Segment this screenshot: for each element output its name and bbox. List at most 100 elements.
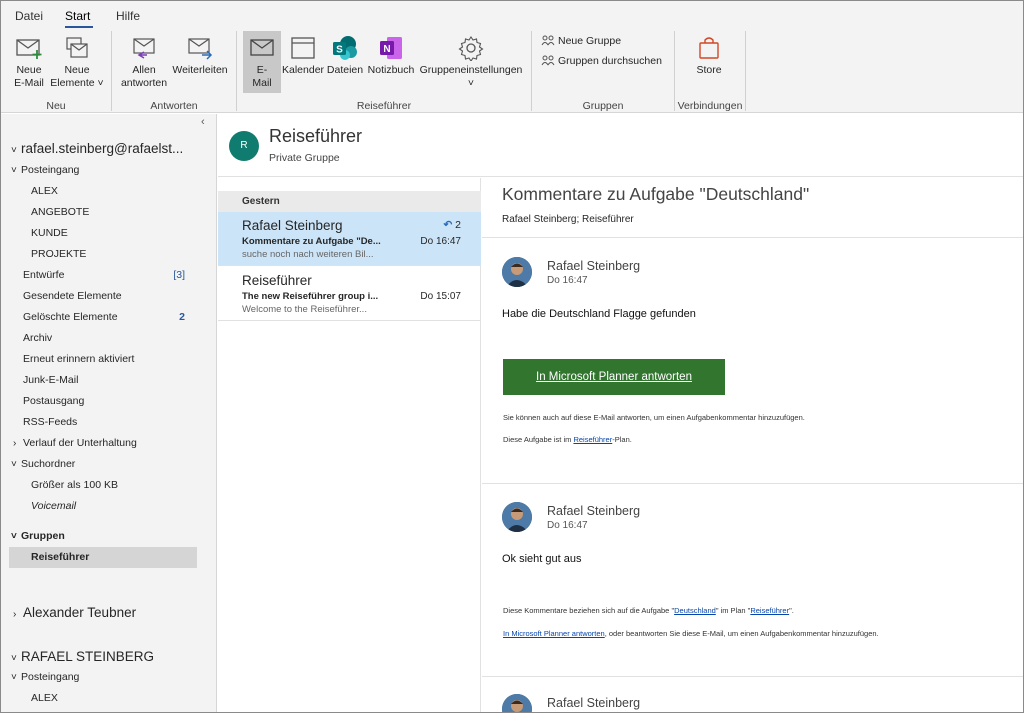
forward-icon bbox=[188, 38, 213, 60]
folder-inbox[interactable]: ˅ Posteingang bbox=[11, 160, 225, 181]
reply-all-label-2: antworten bbox=[120, 77, 168, 89]
folder-outbox[interactable]: Postausgang bbox=[23, 391, 237, 412]
sender-avatar[interactable] bbox=[502, 502, 532, 532]
sender-name: Rafael Steinberg bbox=[547, 259, 641, 273]
chevron-down-icon: ˅ bbox=[94, 77, 104, 89]
chevron-down-icon: ˅ bbox=[11, 653, 17, 664]
folder-angebote[interactable]: ANGEBOTE bbox=[31, 202, 245, 223]
folder-rss[interactable]: RSS-Feeds bbox=[23, 412, 237, 433]
email-button[interactable]: E- Mail bbox=[243, 31, 281, 93]
planner-reply-note: In Microsoft Planner antworten, oder bea… bbox=[503, 629, 879, 638]
notebook-label: Notizbuch bbox=[367, 64, 415, 76]
folder-voicemail[interactable]: Voicemail bbox=[31, 496, 245, 517]
folder-archive[interactable]: Archiv bbox=[23, 328, 237, 349]
task-reference: Diese Kommentare beziehen sich auf die A… bbox=[503, 606, 794, 615]
reply-all-icon bbox=[133, 38, 155, 59]
date-group-header: Gestern bbox=[218, 191, 481, 212]
ribbon-divider bbox=[674, 31, 675, 111]
planner-reply-link[interactable]: In Microsoft Planner antworten bbox=[503, 629, 605, 638]
folder-conversation-history[interactable]: › Verlauf der Unterhaltung bbox=[13, 433, 227, 454]
people-search-icon bbox=[541, 55, 555, 66]
message-list: Gestern Rafael Steinberg ↶ 2 Kommentare … bbox=[218, 178, 481, 712]
plan-link[interactable]: Reiseführer bbox=[573, 435, 612, 444]
plan-note: Diese Aufgabe ist im Reiseführer-Plan. bbox=[503, 435, 632, 444]
forward-button[interactable]: Weiterleiten bbox=[171, 35, 229, 77]
new-group-label: Neue Gruppe bbox=[558, 35, 622, 47]
menu-start[interactable]: Start bbox=[65, 9, 90, 23]
message-time: Do 15:07 bbox=[420, 291, 461, 302]
group-settings-button[interactable]: Gruppeneinstellungen ˅ bbox=[418, 35, 524, 90]
gear-icon bbox=[458, 36, 484, 61]
folder-reminders[interactable]: Erneut erinnern aktiviert bbox=[23, 349, 237, 370]
new-email-button[interactable]: Neue E-Mail bbox=[9, 35, 49, 90]
message-item[interactable]: Reiseführer The new Reiseführer group i.… bbox=[218, 267, 481, 321]
message-item[interactable]: Rafael Steinberg ↶ 2 Kommentare zu Aufga… bbox=[218, 212, 481, 266]
new-group-button[interactable]: Neue Gruppe bbox=[541, 35, 621, 47]
folder-kunde[interactable]: KUNDE bbox=[31, 223, 245, 244]
folder-alex-2[interactable]: ALEX bbox=[31, 688, 245, 709]
folder-sent[interactable]: Gesendete Elemente bbox=[23, 286, 237, 307]
onenote-icon: N bbox=[380, 37, 402, 59]
folder-inbox-2[interactable]: ˅ Posteingang bbox=[11, 667, 225, 688]
new-items-button[interactable]: Neue Elemente ˅ bbox=[49, 35, 105, 90]
mail-icon bbox=[250, 39, 274, 56]
reply-all-button[interactable]: Allen antworten bbox=[118, 35, 170, 90]
planner-reply-button[interactable]: In Microsoft Planner antworten bbox=[503, 359, 725, 395]
message-preview: suche noch nach weiteren Bil... bbox=[242, 249, 374, 260]
reply-count-value: 2 bbox=[455, 219, 461, 231]
group-label-connections: Verbindungen bbox=[677, 100, 743, 112]
menu-help[interactable]: Hilfe bbox=[116, 9, 140, 23]
sent-time: Do 16:47 bbox=[547, 275, 588, 286]
folder-label: Posteingang bbox=[21, 164, 80, 176]
sender-avatar[interactable] bbox=[502, 694, 532, 712]
store-bag-icon bbox=[699, 37, 719, 59]
folder-groups[interactable]: ˅ Gruppen bbox=[11, 526, 225, 547]
reference-text: Diese Kommentare beziehen sich auf die A… bbox=[503, 606, 675, 615]
group-travel-guide[interactable]: Reiseführer bbox=[9, 547, 197, 568]
plan-link[interactable]: Reiseführer bbox=[750, 606, 789, 615]
menu-file[interactable]: Datei bbox=[15, 9, 43, 23]
ribbon-divider bbox=[111, 31, 112, 111]
chevron-down-icon: ˅ bbox=[11, 672, 17, 683]
notebook-button[interactable]: N Notizbuch bbox=[365, 35, 417, 77]
folder-label: Suchordner bbox=[21, 458, 76, 470]
person-photo-icon bbox=[502, 502, 532, 532]
folder-label: Posteingang bbox=[21, 671, 80, 683]
account-item-alexander[interactable]: › Alexander Teubner bbox=[13, 602, 227, 623]
group-settings-label: Gruppeneinstellungen bbox=[419, 64, 523, 76]
sender-avatar[interactable] bbox=[502, 257, 532, 287]
task-link[interactable]: Deutschland bbox=[674, 606, 716, 615]
group-avatar: R bbox=[229, 131, 259, 161]
store-button[interactable]: Store bbox=[689, 35, 729, 77]
ribbon-divider bbox=[745, 31, 746, 111]
browse-groups-button[interactable]: Gruppen durchsuchen bbox=[541, 55, 662, 67]
group-label-groups: Gruppen bbox=[582, 100, 624, 112]
folder-larger-than[interactable]: Größer als 100 KB bbox=[31, 475, 245, 496]
sender-name: Rafael Steinberg bbox=[547, 696, 641, 710]
svg-text:S: S bbox=[336, 45, 343, 56]
folder-drafts[interactable]: Entwürfe [3] bbox=[23, 265, 215, 286]
folder-search-folders[interactable]: ˅ Suchordner bbox=[11, 454, 225, 475]
group-label-new: Neu bbox=[46, 100, 66, 112]
chevron-down-icon: ˅ bbox=[11, 165, 17, 176]
chevron-right-icon: › bbox=[13, 609, 17, 620]
ribbon-divider bbox=[236, 31, 237, 111]
chevron-down-icon: ˅ bbox=[467, 77, 475, 89]
account-item-rafael-steinberg[interactable]: ˅ RAFAEL STEINBERG bbox=[11, 646, 225, 667]
folder-alex[interactable]: ALEX bbox=[31, 181, 245, 202]
people-icon bbox=[541, 35, 555, 46]
unread-count-badge: [3] bbox=[173, 269, 185, 281]
folder-projekte[interactable]: PROJEKTE bbox=[31, 244, 245, 265]
folder-junk[interactable]: Junk-E-Mail bbox=[23, 370, 237, 391]
plan-note-text: -Plan. bbox=[612, 435, 632, 444]
account-item-rafael[interactable]: ˅ rafael.steinberg@rafaelst... bbox=[11, 138, 225, 159]
group-header: R Reiseführer Private Gruppe bbox=[218, 114, 1023, 177]
calendar-label: Kalender bbox=[282, 64, 325, 76]
folder-deleted[interactable]: Gelöschte Elemente 2 bbox=[23, 307, 215, 328]
sender-name: Rafael Steinberg bbox=[547, 504, 641, 518]
reply-note-text: , oder beantworten Sie diese E-Mail, um … bbox=[604, 629, 879, 638]
collapse-pane-icon[interactable]: ‹ bbox=[201, 116, 205, 128]
chevron-down-icon: ˅ bbox=[11, 145, 17, 156]
files-button[interactable]: S Dateien bbox=[325, 35, 365, 77]
calendar-button[interactable]: Kalender bbox=[282, 35, 324, 77]
